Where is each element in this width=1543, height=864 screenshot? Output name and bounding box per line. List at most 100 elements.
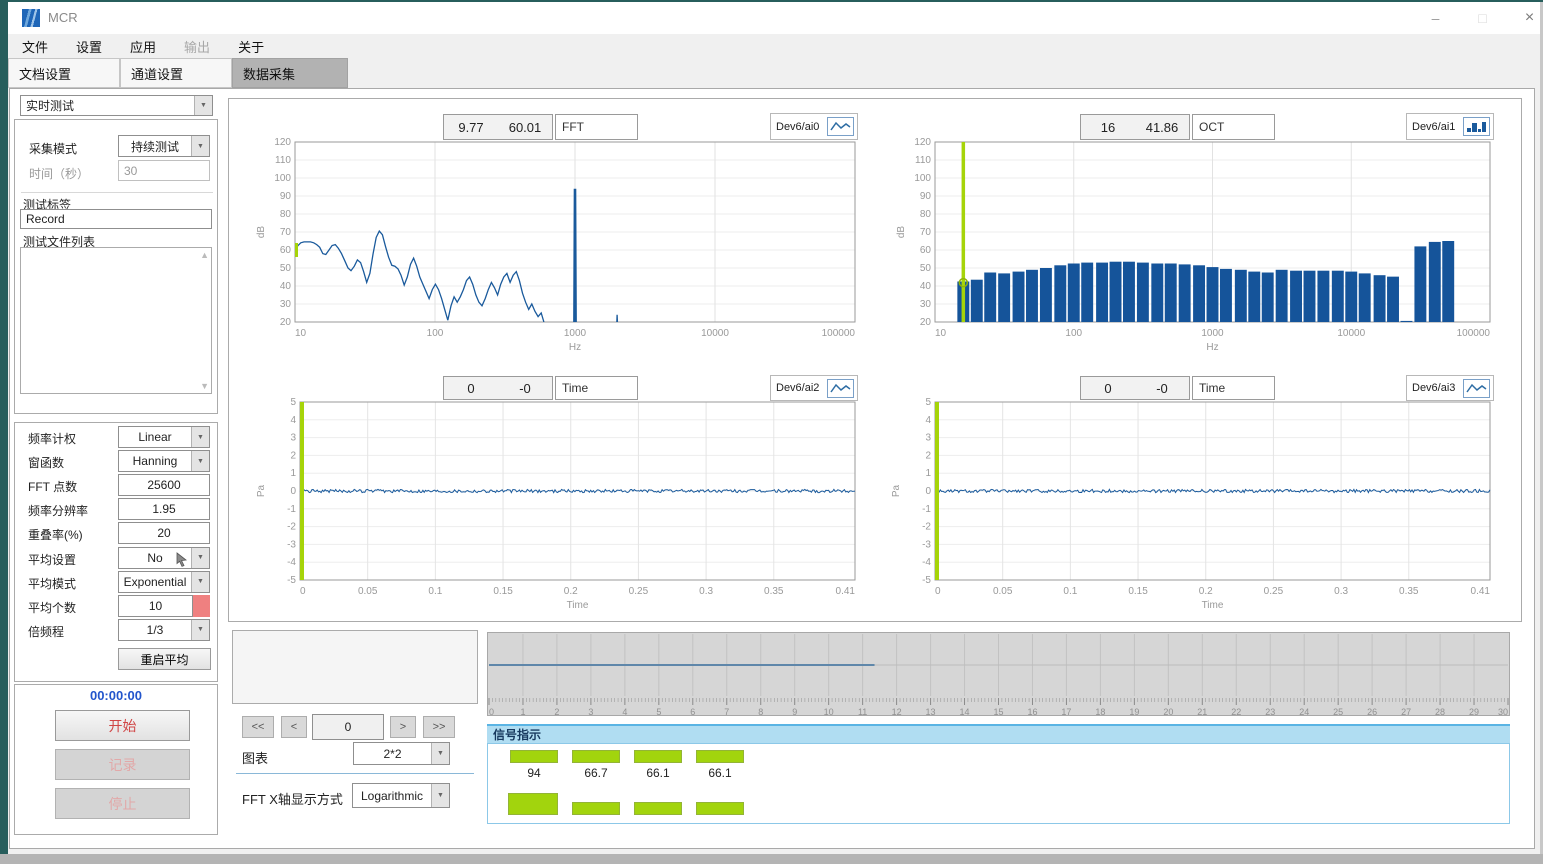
svg-text:14: 14 bbox=[960, 707, 970, 716]
signal-level-value-ch3: 66.1 bbox=[696, 766, 744, 780]
svg-text:120: 120 bbox=[914, 137, 931, 148]
menu-item-about[interactable]: 关于 bbox=[224, 34, 278, 58]
minimize-button[interactable]: – bbox=[1413, 2, 1458, 34]
svg-text:10000: 10000 bbox=[1337, 328, 1365, 339]
svg-text:-3: -3 bbox=[287, 539, 296, 550]
acq-mode-label: 采集模式 bbox=[29, 140, 77, 157]
freq-weighting-select[interactable]: Linear▼ bbox=[118, 426, 210, 448]
svg-text:40: 40 bbox=[280, 281, 292, 292]
svg-text:1: 1 bbox=[925, 468, 931, 479]
fft-axis-mode-label: FFT X轴显示方式 bbox=[242, 789, 343, 808]
svg-text:0.1: 0.1 bbox=[1063, 586, 1077, 597]
maximize-button[interactable]: □ bbox=[1460, 2, 1505, 34]
menu-item-settings[interactable]: 设置 bbox=[62, 34, 116, 58]
octave-select[interactable]: 1/3▼ bbox=[118, 619, 210, 641]
svg-text:26: 26 bbox=[1367, 707, 1377, 716]
svg-text:25: 25 bbox=[1333, 707, 1343, 716]
tab-channel-settings[interactable]: 通道设置 bbox=[120, 58, 232, 88]
octave-label: 倍频程 bbox=[28, 623, 64, 640]
oct-plot[interactable]: 1010010001000010000020304050607080901001… bbox=[892, 136, 1502, 364]
chevron-down-icon: ▼ bbox=[191, 620, 209, 640]
time2-plot[interactable]: 00.050.10.150.20.250.30.350.41-5-4-3-2-1… bbox=[252, 396, 862, 622]
scroll-down-icon[interactable]: ▼ bbox=[200, 381, 209, 391]
freq-resolution-input[interactable]: 1.95 bbox=[118, 498, 210, 520]
svg-text:10000: 10000 bbox=[701, 328, 729, 339]
svg-text:-5: -5 bbox=[922, 575, 931, 586]
first-page-button[interactable]: << bbox=[242, 716, 274, 738]
prev-page-button[interactable]: < bbox=[281, 716, 307, 738]
svg-text:-2: -2 bbox=[287, 522, 296, 533]
chevron-down-icon: ▼ bbox=[194, 96, 212, 115]
svg-text:90: 90 bbox=[280, 191, 292, 202]
page-index-input[interactable]: 0 bbox=[312, 714, 384, 740]
svg-text:100: 100 bbox=[1065, 328, 1082, 339]
next-page-button[interactable]: > bbox=[390, 716, 416, 738]
test-file-list[interactable]: ▲ ▼ bbox=[20, 247, 212, 394]
svg-text:0: 0 bbox=[935, 586, 941, 597]
svg-text:90: 90 bbox=[920, 191, 932, 202]
bar-chart-icon bbox=[1463, 117, 1490, 136]
window-title: MCR bbox=[48, 10, 78, 25]
average-count-label: 平均个数 bbox=[28, 599, 76, 616]
average-setting-select[interactable]: No▼ bbox=[118, 547, 210, 569]
scroll-up-icon[interactable]: ▲ bbox=[200, 250, 209, 260]
test-mode-select[interactable]: 实时测试 ▼ bbox=[20, 95, 213, 116]
svg-text:1000: 1000 bbox=[1201, 328, 1224, 339]
fft-axis-mode-select[interactable]: Logarithmic ▼ bbox=[352, 783, 450, 808]
svg-text:0.35: 0.35 bbox=[1399, 586, 1419, 597]
chevron-down-icon: ▼ bbox=[191, 572, 209, 592]
window-function-select[interactable]: Hanning▼ bbox=[118, 450, 210, 472]
stop-button: 停止 bbox=[55, 788, 190, 819]
svg-text:28: 28 bbox=[1435, 707, 1445, 716]
svg-text:Time: Time bbox=[1202, 600, 1224, 611]
average-count-input[interactable]: 10 bbox=[118, 595, 193, 617]
record-timeline[interactable]: 0123456789101112131415161718192021222324… bbox=[487, 632, 1510, 716]
svg-text:60: 60 bbox=[920, 245, 932, 256]
svg-text:23: 23 bbox=[1265, 707, 1275, 716]
svg-text:-4: -4 bbox=[287, 557, 296, 568]
svg-text:10: 10 bbox=[935, 328, 947, 339]
average-count-status-flag bbox=[193, 595, 210, 617]
fft-points-input[interactable]: 25600 bbox=[118, 474, 210, 496]
chevron-down-icon: ▼ bbox=[431, 743, 449, 764]
close-button[interactable]: × bbox=[1507, 2, 1543, 34]
menu-item-application[interactable]: 应用 bbox=[116, 34, 170, 58]
last-page-button[interactable]: >> bbox=[423, 716, 455, 738]
acq-mode-select[interactable]: 持续测试 ▼ bbox=[118, 135, 210, 157]
tab-document-settings[interactable]: 文档设置 bbox=[8, 58, 120, 88]
overlap-percent-input[interactable]: 20 bbox=[118, 522, 210, 544]
restart-average-button[interactable]: 重启平均 bbox=[118, 648, 211, 670]
svg-text:0.1: 0.1 bbox=[428, 586, 442, 597]
svg-text:-4: -4 bbox=[922, 557, 931, 568]
record-name-input[interactable]: Record bbox=[20, 209, 212, 229]
tab-bar: 文档设置通道设置数据采集 bbox=[8, 58, 1540, 88]
average-mode-select[interactable]: Exponential▼ bbox=[118, 571, 210, 593]
tab-data-acquisition[interactable]: 数据采集 bbox=[232, 58, 348, 88]
svg-text:19: 19 bbox=[1129, 707, 1139, 716]
signal-level-bar-ch1 bbox=[572, 750, 620, 763]
start-button[interactable]: 开始 bbox=[55, 710, 190, 741]
chart-layout-select[interactable]: 2*2 ▼ bbox=[353, 742, 450, 765]
svg-text:4: 4 bbox=[622, 707, 627, 716]
chevron-down-icon: ▼ bbox=[191, 136, 209, 156]
signal-status-bar-ch0 bbox=[508, 793, 558, 815]
svg-text:15: 15 bbox=[993, 707, 1003, 716]
signal-status-bar-ch1 bbox=[572, 802, 620, 815]
svg-text:100: 100 bbox=[914, 173, 931, 184]
record-button: 记录 bbox=[55, 749, 190, 780]
line-chart-icon bbox=[827, 379, 854, 398]
app-window: MCR – □ × 文件设置应用输出关于 文档设置通道设置数据采集 实时测试 ▼… bbox=[0, 0, 1543, 864]
svg-text:120: 120 bbox=[274, 137, 291, 148]
svg-text:110: 110 bbox=[915, 155, 931, 166]
svg-text:Pa: Pa bbox=[891, 484, 902, 497]
svg-text:110: 110 bbox=[275, 155, 291, 166]
fft-plot[interactable]: 1010010001000010000020304050607080901001… bbox=[252, 136, 862, 364]
signal-status-bar-ch2 bbox=[634, 802, 682, 815]
time3-plot[interactable]: 00.050.10.150.20.250.30.350.41-5-4-3-2-1… bbox=[887, 396, 1497, 622]
svg-text:2: 2 bbox=[290, 450, 296, 461]
svg-text:20: 20 bbox=[280, 317, 292, 328]
svg-text:7: 7 bbox=[724, 707, 729, 716]
bottom-spacer-panel bbox=[232, 630, 478, 704]
svg-text:0.41: 0.41 bbox=[836, 586, 856, 597]
menu-item-file[interactable]: 文件 bbox=[8, 34, 62, 58]
